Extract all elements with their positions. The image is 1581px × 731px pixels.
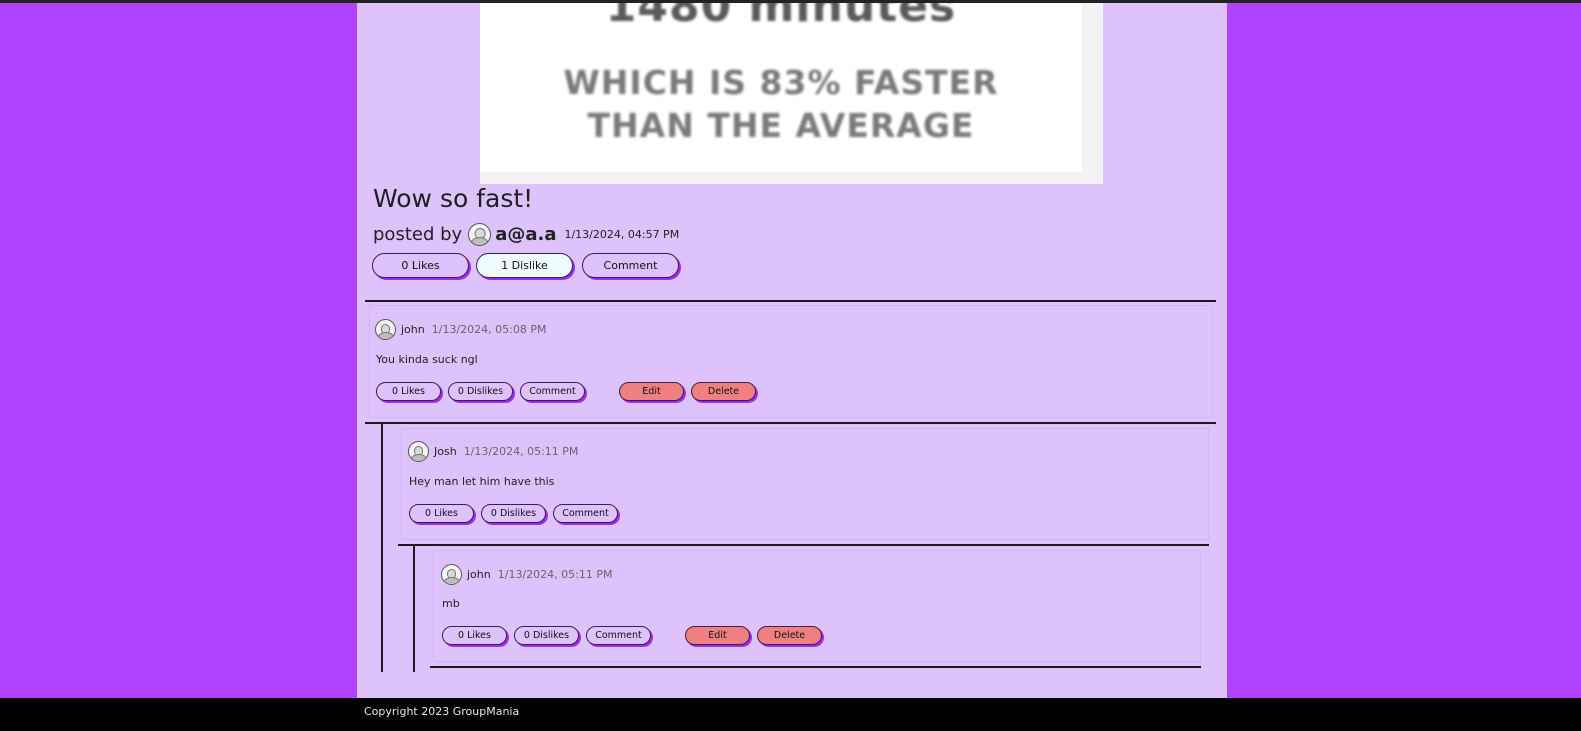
- reply-timestamp: 1/13/2024, 05:11 PM: [497, 568, 613, 581]
- reply-likes-button[interactable]: 0 Likes: [442, 626, 507, 645]
- reply-comment-button[interactable]: Comment: [553, 504, 618, 523]
- reply-text: Hey man let him have this: [409, 475, 555, 488]
- copyright-text: Copyright 2023 GroupMania: [364, 705, 520, 718]
- commenter-avatar-icon: [441, 564, 462, 585]
- divider: [365, 300, 1216, 302]
- reply-comment-button[interactable]: Comment: [586, 626, 651, 645]
- reply-dislikes-button[interactable]: 0 Dislikes: [481, 504, 546, 523]
- reply-edit-button[interactable]: Edit: [685, 626, 750, 645]
- post-meta: posted by a@a.a 1/13/2024, 04:57 PM: [373, 221, 679, 247]
- post-dislikes-button[interactable]: 1 Dislike: [476, 253, 573, 278]
- post-image-line1: 1480 minutes: [605, 3, 957, 32]
- post-title: Wow so fast!: [373, 184, 534, 213]
- post-timestamp: 1/13/2024, 04:57 PM: [564, 227, 680, 241]
- reply-dislikes-button[interactable]: 0 Dislikes: [514, 626, 579, 645]
- reply-likes-button[interactable]: 0 Likes: [409, 504, 474, 523]
- reply-text: mb: [442, 597, 460, 610]
- comment-header: john 1/13/2024, 05:08 PM: [375, 319, 546, 340]
- divider: [398, 544, 1209, 546]
- comment-delete-button[interactable]: Delete: [691, 382, 756, 401]
- author-avatar-icon: [468, 222, 492, 246]
- reply-delete-button[interactable]: Delete: [757, 626, 822, 645]
- reply-header: Josh 1/13/2024, 05:11 PM: [408, 441, 578, 462]
- reply-author: Josh: [434, 445, 457, 458]
- comment-author: john: [401, 323, 425, 336]
- post-image: 1480 minutes WHICH IS 83% FASTER THAN TH…: [480, 3, 1103, 184]
- commenter-avatar-icon: [408, 441, 429, 462]
- post-image-line2: WHICH IS 83% FASTER: [563, 63, 999, 102]
- footer: Copyright 2023 GroupMania: [0, 698, 1581, 731]
- post-likes-button[interactable]: 0 Likes: [372, 253, 469, 278]
- reply-timestamp: 1/13/2024, 05:11 PM: [463, 445, 579, 458]
- comment-reply-button[interactable]: Comment: [520, 382, 585, 401]
- post-image-line3: THAN THE AVERAGE: [587, 106, 975, 145]
- divider: [365, 422, 1216, 424]
- reply-thread-line: [413, 546, 415, 672]
- post-image-content: 1480 minutes WHICH IS 83% FASTER THAN TH…: [480, 3, 1082, 172]
- comment-text: You kinda suck ngl: [376, 353, 478, 366]
- reply-author: john: [467, 568, 491, 581]
- comment-timestamp: 1/13/2024, 05:08 PM: [431, 323, 547, 336]
- post-detail: 1480 minutes WHICH IS 83% FASTER THAN TH…: [357, 3, 1227, 698]
- posted-by-label: posted by: [373, 223, 463, 245]
- divider: [430, 666, 1201, 668]
- post-comment-button[interactable]: Comment: [582, 253, 679, 278]
- comment-dislikes-button[interactable]: 0 Dislikes: [448, 382, 513, 401]
- comment-likes-button[interactable]: 0 Likes: [376, 382, 441, 401]
- commenter-avatar-icon: [375, 319, 396, 340]
- reply-header: john 1/13/2024, 05:11 PM: [441, 564, 612, 585]
- reply-thread-line: [381, 424, 383, 672]
- comment-edit-button[interactable]: Edit: [619, 382, 684, 401]
- post-author: a@a.a: [495, 223, 557, 245]
